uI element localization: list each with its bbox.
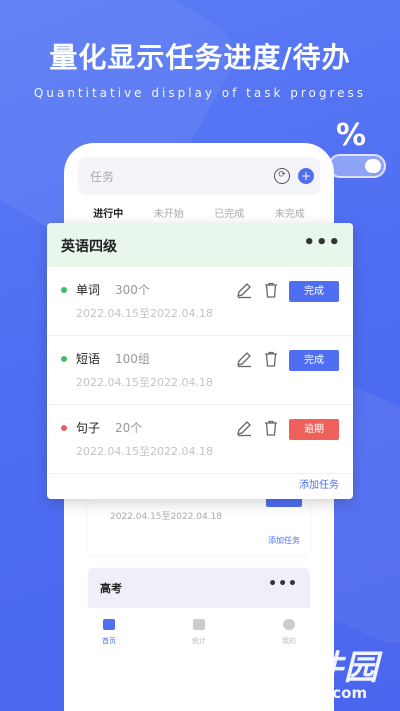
add-icon[interactable]: + bbox=[298, 168, 314, 184]
add-task-link[interactable]: 添加任务 bbox=[299, 476, 339, 491]
promo-subline: Quantitative display of task progress bbox=[33, 86, 367, 100]
background-task-card: 2022.04.15至2022.04.18 添加任务 bbox=[88, 493, 310, 555]
search-placeholder: 任务 bbox=[90, 170, 115, 184]
task-date: 2022.04.15至2022.04.18 bbox=[76, 445, 213, 458]
profile-icon bbox=[283, 619, 295, 630]
watermark-logo: 592软件园 bbox=[200, 648, 379, 688]
stats-icon bbox=[193, 619, 205, 630]
search-bar[interactable]: 任务 ⟳ + bbox=[78, 157, 320, 195]
app-screen: 任务 ⟳ + 进行中 未开始 已完成 未完成 bbox=[78, 157, 320, 227]
status-dot bbox=[61, 356, 67, 362]
card-title: 英语四级 bbox=[61, 239, 117, 255]
task-row: 句子 20个 2022.04.15至2022.04.18 逾期 bbox=[47, 405, 353, 474]
more-icon[interactable]: ••• bbox=[268, 576, 298, 592]
trash-icon[interactable] bbox=[262, 419, 280, 437]
background-task-date: 2022.04.15至2022.04.18 bbox=[110, 512, 223, 522]
task-group-card: 英语四级 ••• 单词 300个 2022.04.15至2022.04.18 完… bbox=[47, 223, 353, 499]
trash-icon[interactable] bbox=[262, 350, 280, 368]
status-dot bbox=[61, 425, 67, 431]
edit-icon[interactable] bbox=[235, 350, 253, 368]
nav-home[interactable]: 首页 bbox=[64, 609, 154, 649]
trash-icon[interactable] bbox=[262, 281, 280, 299]
background-add-task-link[interactable]: 添加任务 bbox=[268, 535, 300, 546]
task-count: 100组 bbox=[115, 352, 150, 366]
more-icon[interactable]: ••• bbox=[303, 232, 341, 253]
task-row: 短语 100组 2022.04.15至2022.04.18 完成 bbox=[47, 336, 353, 405]
task-name: 短语 bbox=[76, 352, 101, 366]
status-dot bbox=[61, 287, 67, 293]
nav-home-label: 首页 bbox=[102, 637, 116, 645]
task-date: 2022.04.15至2022.04.18 bbox=[76, 376, 213, 389]
refresh-icon[interactable]: ⟳ bbox=[274, 168, 290, 184]
task-count: 20个 bbox=[115, 421, 143, 435]
percent-toggle-illustration: % bbox=[328, 118, 388, 180]
complete-button[interactable]: 完成 bbox=[289, 281, 339, 302]
gaokao-card-header: 高考 ••• bbox=[88, 568, 310, 608]
promo-headline: 量化显示任务进度/待办 bbox=[49, 41, 351, 74]
percent-icon: % bbox=[336, 118, 367, 153]
home-icon bbox=[103, 619, 115, 630]
overdue-button[interactable]: 逾期 bbox=[289, 419, 339, 440]
toggle-icon bbox=[328, 154, 386, 178]
task-count: 300个 bbox=[115, 283, 150, 297]
task-row: 单词 300个 2022.04.15至2022.04.18 完成 bbox=[47, 267, 353, 336]
complete-button[interactable]: 完成 bbox=[289, 350, 339, 371]
gaokao-title: 高考 bbox=[100, 582, 122, 595]
task-date: 2022.04.15至2022.04.18 bbox=[76, 307, 213, 320]
edit-icon[interactable] bbox=[235, 281, 253, 299]
watermark-url: www.592xiazai.com bbox=[200, 684, 368, 702]
edit-icon[interactable] bbox=[235, 419, 253, 437]
task-name: 句子 bbox=[76, 421, 101, 435]
task-name: 单词 bbox=[76, 283, 101, 297]
card-header: 英语四级 ••• bbox=[47, 223, 353, 267]
